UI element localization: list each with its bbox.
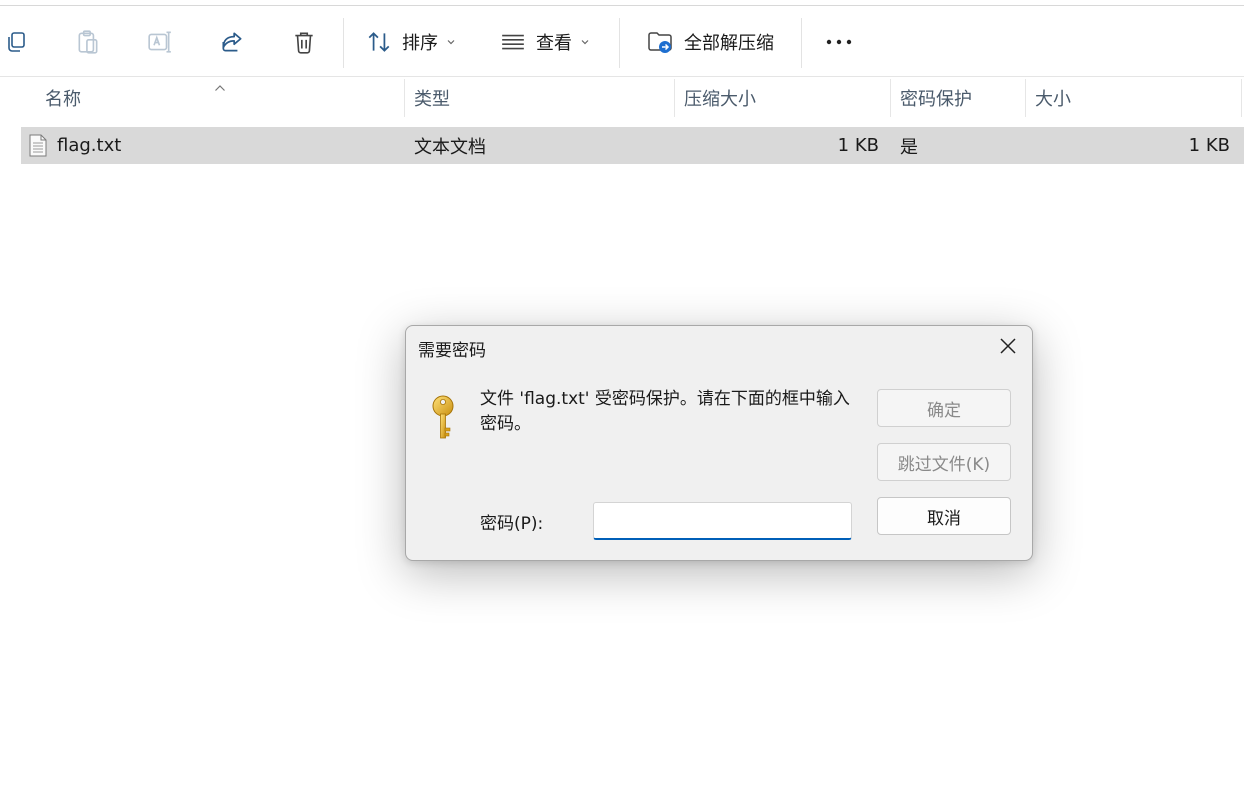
- password-dialog: 需要密码 文件 'flag.txt' 受密码保护。请在下面的框中输入密码。 确定…: [405, 325, 1033, 561]
- close-button[interactable]: [988, 332, 1028, 364]
- column-separator[interactable]: [1241, 79, 1242, 117]
- more-icon: [825, 38, 853, 46]
- share-icon: [219, 29, 245, 55]
- column-header-size[interactable]: 大小: [1026, 77, 1241, 119]
- extract-all-label: 全部解压缩: [684, 33, 774, 54]
- password-label: 密码(P):: [480, 514, 544, 534]
- paste-icon: [75, 29, 101, 55]
- column-header-compressed-size[interactable]: 压缩大小: [675, 77, 890, 119]
- file-name: flag.txt: [57, 135, 122, 156]
- file-password-protected: 是: [900, 136, 918, 158]
- column-header-password-protected[interactable]: 密码保护: [891, 77, 1025, 119]
- file-compressed-size: 1 KB: [837, 135, 879, 156]
- password-input[interactable]: [593, 502, 852, 540]
- share-button[interactable]: [216, 22, 248, 62]
- sort-icon: [366, 29, 392, 55]
- chevron-down-icon: [580, 37, 590, 47]
- view-label: 查看: [536, 33, 572, 54]
- rename-icon: [147, 29, 173, 55]
- copy-icon: [5, 30, 29, 54]
- delete-icon: [291, 29, 317, 55]
- toolbar-separator: [619, 18, 620, 68]
- cancel-button[interactable]: 取消: [877, 497, 1011, 535]
- text-file-icon: [29, 134, 47, 161]
- file-type: 文本文档: [414, 136, 486, 158]
- delete-button[interactable]: [288, 22, 320, 62]
- extract-all-button[interactable]: 全部解压缩: [646, 22, 786, 62]
- toolbar-separator: [801, 18, 802, 68]
- skip-file-button[interactable]: 跳过文件(K): [877, 443, 1011, 481]
- more-button[interactable]: [820, 22, 858, 62]
- column-header-row: 名称 类型 压缩大小 密码保护 大小: [0, 77, 1244, 119]
- view-icon: [500, 29, 526, 55]
- ok-button[interactable]: 确定: [877, 389, 1011, 427]
- key-icon: [428, 394, 458, 446]
- toolbar-separator: [343, 18, 344, 68]
- chevron-down-icon: [446, 37, 456, 47]
- command-bar: 排序 查看 全部解压缩: [0, 6, 1244, 76]
- copy-button[interactable]: [2, 22, 32, 62]
- sort-button[interactable]: 排序: [366, 22, 466, 62]
- column-header-type[interactable]: 类型: [405, 77, 674, 119]
- sort-label: 排序: [402, 33, 438, 54]
- dialog-message: 文件 'flag.txt' 受密码保护。请在下面的框中输入密码。: [480, 389, 850, 434]
- rename-button[interactable]: [144, 22, 176, 62]
- extract-icon: [646, 28, 674, 56]
- paste-button[interactable]: [72, 22, 104, 62]
- file-size: 1 KB: [1188, 135, 1230, 156]
- dialog-title: 需要密码: [418, 341, 486, 361]
- column-header-name[interactable]: 名称: [36, 77, 404, 119]
- close-icon: [999, 337, 1017, 359]
- file-row[interactable]: flag.txt 文本文档 1 KB 是 1 KB: [21, 127, 1244, 164]
- view-button[interactable]: 查看: [500, 22, 600, 62]
